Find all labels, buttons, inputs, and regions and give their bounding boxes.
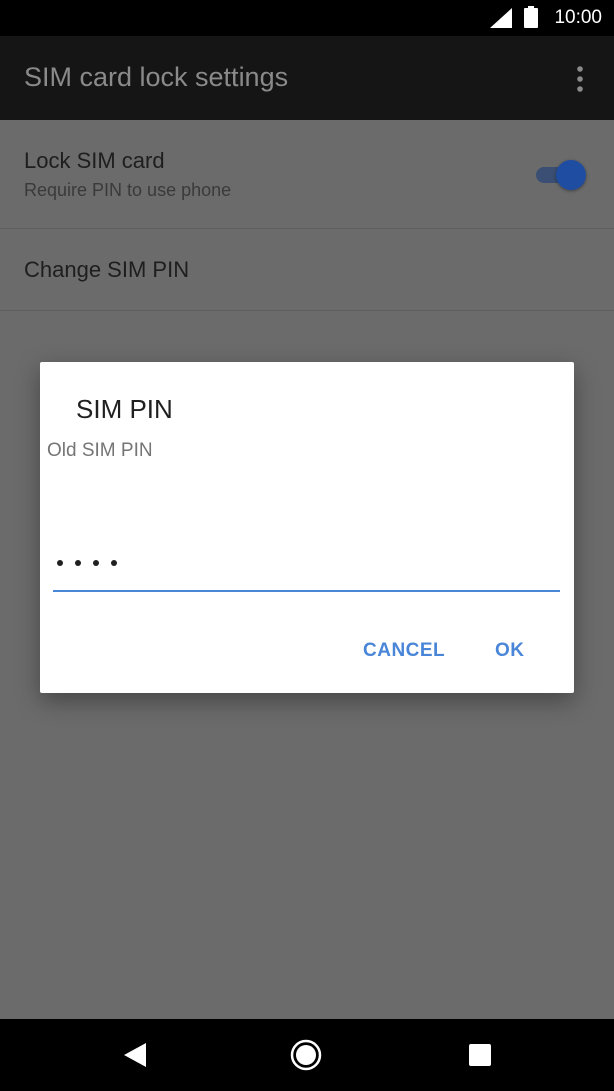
cancel-button[interactable]: CANCEL [363,640,445,662]
status-bar: 10:00 [0,0,614,36]
home-circle-icon[interactable] [290,1039,322,1071]
back-triangle-icon[interactable] [124,1043,146,1067]
lock-sim-card-title: Lock SIM card [24,148,165,173]
settings-list: Lock SIM card Require PIN to use phone C… [0,120,614,311]
old-sim-pin-label: Old SIM PIN [47,440,153,461]
recents-square-icon[interactable] [469,1044,491,1066]
battery-icon [524,6,538,28]
pin-dot [111,560,117,566]
lock-sim-card-subtitle: Require PIN to use phone [24,180,232,200]
cellular-signal-icon [490,8,512,28]
change-sim-pin-title: Change SIM PIN [24,257,190,282]
sim-pin-dialog: SIM PIN Old SIM PIN CANCEL OK [40,362,574,693]
status-time: 10:00 [554,7,602,28]
toggle-thumb [556,160,586,190]
dialog-title: SIM PIN [76,394,173,424]
pin-dot [93,560,99,566]
lock-sim-card-row[interactable]: Lock SIM card Require PIN to use phone [0,120,614,229]
sim-pin-input[interactable] [53,550,560,592]
pin-dot [75,560,81,566]
pin-dot [57,560,63,566]
app-bar: SIM card lock settings [0,36,614,120]
change-sim-pin-row[interactable]: Change SIM PIN [0,229,614,311]
navigation-bar [0,1019,614,1091]
page-title: SIM card lock settings [24,62,289,92]
ok-button[interactable]: OK [495,640,525,662]
lock-sim-card-toggle[interactable] [534,160,586,190]
more-vert-icon[interactable] [570,66,590,92]
pin-dots [57,560,117,566]
